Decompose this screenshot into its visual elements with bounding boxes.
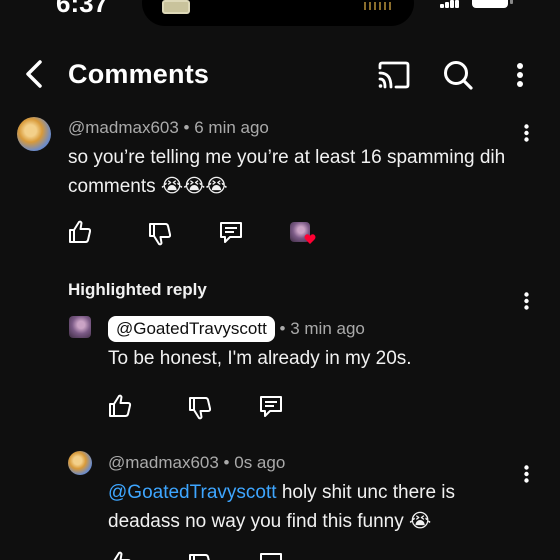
reply-text: @GoatedTravyscott holy shit unc there is… <box>108 478 518 536</box>
more-options-button[interactable] <box>506 57 534 93</box>
dislike-icon <box>189 554 210 560</box>
like-button[interactable] <box>65 217 95 247</box>
dislike-button[interactable] <box>185 393 215 423</box>
more-vert-icon <box>523 292 529 310</box>
signal-icon <box>440 0 460 8</box>
meta-separator: • <box>183 118 195 137</box>
search-button[interactable] <box>440 57 476 93</box>
like-icon <box>110 551 131 560</box>
cast-icon <box>378 61 410 89</box>
cast-button[interactable] <box>376 58 412 92</box>
search-icon <box>444 61 473 90</box>
comments-header: Comments <box>0 50 560 100</box>
more-vert-icon <box>517 63 523 87</box>
reply-button[interactable] <box>256 391 286 421</box>
like-icon <box>109 394 132 417</box>
like-button[interactable] <box>105 391 135 421</box>
comment-time: 6 min ago <box>194 118 269 137</box>
battery-icon <box>472 0 508 8</box>
comment-author[interactable]: @madmax603 <box>68 118 179 137</box>
reply-text: To be honest, I'm already in my 20s. <box>108 348 412 369</box>
reply-button[interactable] <box>216 217 246 247</box>
battery-cap <box>510 0 513 4</box>
back-button[interactable] <box>16 56 52 92</box>
like-icon <box>69 220 92 243</box>
reply-meta: @GoatedTravyscott • 3 min ago <box>108 316 365 342</box>
dislike-button[interactable] <box>185 550 215 560</box>
comment-meta: @madmax603 • 6 min ago <box>68 118 269 138</box>
dislike-icon <box>189 397 212 420</box>
reply-time: 3 min ago <box>290 319 365 338</box>
reply-icon <box>260 553 282 560</box>
reply-author[interactable]: @madmax603 <box>108 453 219 472</box>
page-title: Comments <box>68 59 210 89</box>
meta-separator: • <box>279 319 291 338</box>
more-vert-icon <box>523 124 529 142</box>
more-vert-icon <box>523 465 529 483</box>
dynamic-island <box>142 0 414 26</box>
comment-text: so you’re telling me you’re at least 16 … <box>68 147 506 197</box>
avatar[interactable] <box>68 451 92 475</box>
highlighted-reply-label: Highlighted reply <box>68 280 207 299</box>
reply-meta: @madmax603 • 0s ago <box>108 453 285 473</box>
status-time: 6:37 <box>56 0 109 18</box>
like-button[interactable] <box>105 548 135 560</box>
back-icon <box>26 60 42 88</box>
reply-time: 0s ago <box>234 453 286 472</box>
status-bar: 6:37 <box>0 0 560 30</box>
mention-link[interactable]: @GoatedTravyscott <box>108 482 277 503</box>
reply-icon <box>220 222 242 243</box>
audio-waveform-icon <box>364 2 394 10</box>
meta-separator: • <box>223 453 235 472</box>
now-playing-thumbnail <box>162 0 190 14</box>
reply-icon <box>260 396 282 417</box>
heart-icon <box>304 234 316 244</box>
thread-more-button[interactable] <box>518 289 534 313</box>
avatar[interactable] <box>17 117 51 151</box>
reply-button[interactable] <box>256 548 286 560</box>
avatar[interactable] <box>69 316 91 338</box>
reply-author-chip[interactable]: @GoatedTravyscott <box>108 316 275 342</box>
reply-more-button[interactable] <box>518 462 534 486</box>
comment-more-button[interactable] <box>518 121 534 145</box>
dislike-icon <box>149 223 172 246</box>
dislike-button[interactable] <box>145 219 175 249</box>
